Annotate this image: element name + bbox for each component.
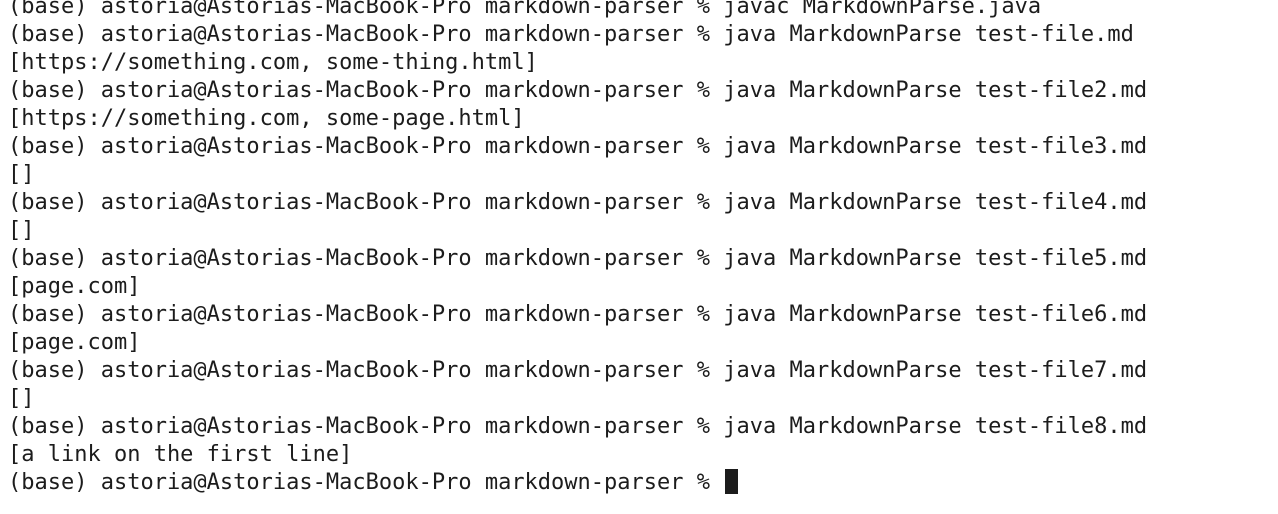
terminal-line: (base) astoria@Astorias-MacBook-Pro mark… [8, 246, 1148, 271]
terminal-line: [] [8, 386, 35, 411]
terminal-line: [page.com] [8, 330, 141, 355]
terminal-line: [https://something.com, some-thing.html] [8, 50, 538, 75]
terminal-line: [a link on the first line] [8, 442, 353, 467]
terminal-line: (base) astoria@Astorias-MacBook-Pro mark… [8, 134, 1148, 159]
terminal-window[interactable]: (base) astoria@Astorias-MacBook-Pro mark… [0, 0, 1278, 514]
terminal-line: [] [8, 162, 35, 187]
terminal-line: [https://something.com, some-page.html] [8, 106, 525, 131]
terminal-line: [] [8, 218, 35, 243]
terminal-line: (base) astoria@Astorias-MacBook-Pro mark… [8, 22, 1134, 47]
terminal-line: (base) astoria@Astorias-MacBook-Pro mark… [8, 0, 1042, 19]
terminal-line: [page.com] [8, 274, 141, 299]
terminal-line: (base) astoria@Astorias-MacBook-Pro mark… [8, 190, 1148, 215]
terminal-output: (base) astoria@Astorias-MacBook-Pro mark… [8, 0, 1147, 497]
terminal-line: (base) astoria@Astorias-MacBook-Pro mark… [8, 302, 1148, 327]
text-cursor [725, 469, 739, 494]
terminal-line: (base) astoria@Astorias-MacBook-Pro mark… [8, 358, 1148, 383]
terminal-line: (base) astoria@Astorias-MacBook-Pro mark… [8, 414, 1148, 439]
terminal-prompt-line[interactable]: (base) astoria@Astorias-MacBook-Pro mark… [8, 469, 1147, 497]
terminal-line: (base) astoria@Astorias-MacBook-Pro mark… [8, 78, 1148, 103]
terminal-prompt: (base) astoria@Astorias-MacBook-Pro mark… [8, 470, 724, 495]
